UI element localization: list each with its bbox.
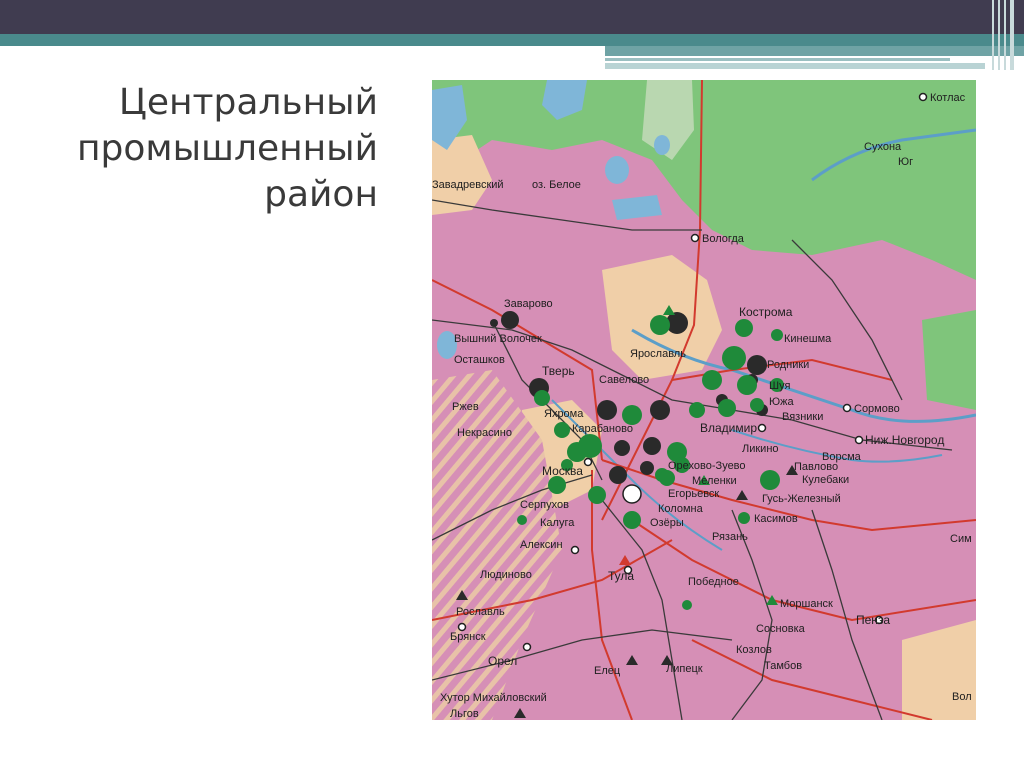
label-ostashkov: Осташков — [454, 354, 505, 366]
label-orekhovo-zuevo: Орехово-Зуево — [668, 460, 746, 472]
label-kozlov: Козлов — [736, 644, 772, 656]
label-kostroma: Кострома — [739, 305, 793, 319]
label-sosnovka: Сосновка — [756, 623, 806, 635]
slide-title: Центральный промышленный район — [60, 80, 378, 218]
label-vladimir: Владимир — [700, 421, 757, 435]
label-tver: Тверь — [542, 364, 575, 378]
teal-stripe-right — [605, 46, 1024, 56]
label-likino: Ликино — [742, 443, 779, 455]
label-kotlas: Котлас — [930, 92, 966, 104]
decorative-vertical-line — [1004, 0, 1006, 70]
label-kineshma: Кинешма — [784, 333, 832, 345]
teal-stripe — [0, 34, 1024, 46]
label-bryansk: Брянск — [450, 631, 486, 643]
label-shuya: Шуя — [769, 380, 790, 392]
label-morshansk: Моршанск — [780, 598, 833, 610]
label-tambov: Тамбов — [764, 660, 802, 672]
label-kaluga: Калуга — [540, 517, 575, 529]
label-rodniki: Родники — [767, 359, 809, 371]
label-vyazniki: Вязники — [782, 411, 823, 423]
label-tula: Тула — [608, 569, 634, 583]
decorative-vertical-line — [998, 0, 1000, 70]
label-lake-beloe: оз. Белое — [532, 179, 581, 191]
label-ryazan: Рязань — [712, 531, 748, 543]
label-gus-zhelezny: Гусь-Железный — [762, 493, 841, 505]
label-egoryevsk: Егорьевск — [668, 488, 719, 500]
label-pobednoe: Победное — [688, 576, 739, 588]
label-zavarovo: Заварово — [504, 298, 553, 310]
forest-area-east — [922, 310, 976, 410]
decorative-vertical-line — [992, 0, 994, 70]
label-kulebaki: Кулебаки — [802, 474, 849, 486]
label-yuzha: Южа — [769, 396, 794, 408]
label-melenki: Меленки — [692, 475, 737, 487]
top-bar — [0, 0, 1024, 34]
slide-title-line-2: промышленный — [77, 128, 378, 169]
decorative-line — [605, 63, 985, 69]
label-moskva: Москва — [542, 464, 583, 478]
label-roslavl: Рославль — [456, 606, 505, 618]
label-karabanovo: Карабаново — [572, 423, 633, 435]
label-nizhny-novgorod: Ниж.Новгород — [865, 433, 944, 447]
label-aleksin: Алексин — [520, 539, 563, 551]
label-river-yug: Юг — [898, 156, 913, 168]
label-yakhroma: Яхрома — [544, 408, 584, 420]
decorative-vertical-line — [1010, 0, 1014, 70]
label-river-sukhona: Сухона — [864, 141, 902, 153]
label-lyudinovo: Людиново — [480, 569, 532, 581]
region-map: Котлас Вологда Кострома Кинешма Родники … — [432, 80, 976, 720]
decorative-line — [605, 58, 950, 61]
lake — [654, 135, 670, 155]
label-pavlovo: Павлово — [794, 461, 838, 473]
label-elets: Елец — [594, 665, 621, 677]
label-vol: Вол — [952, 691, 972, 703]
label-yaroslavl: Ярославль — [630, 348, 686, 360]
label-sormovo: Сормово — [854, 403, 900, 415]
label-lipetsk: Липецк — [666, 663, 703, 675]
label-ozyory: Озёры — [650, 517, 684, 529]
map-canvas: Котлас Вологда Кострома Кинешма Родники … — [432, 80, 976, 720]
label-kasimov: Касимов — [754, 513, 798, 525]
label-savelovo: Савелово — [599, 374, 649, 386]
label-lgov: Льгов — [450, 708, 479, 720]
label-penza: Пенза — [856, 613, 890, 627]
label-rzhev: Ржев — [452, 401, 479, 413]
label-nekrasino: Некрасино — [457, 427, 512, 439]
slide-title-line-3: район — [264, 174, 378, 215]
label-sim: Сим — [950, 533, 972, 545]
label-orel: Орел — [488, 654, 517, 668]
label-vyshny-volochek: Вышний Волочек — [454, 333, 542, 345]
label-khutor-mikhailovsky: Хутор Михайловский — [440, 692, 547, 704]
label-serpukhov: Серпухов — [520, 499, 569, 511]
slide-title-line-1: Центральный — [118, 82, 378, 123]
label-vologda: Вологда — [702, 233, 745, 245]
label-kolomna: Коломна — [658, 503, 704, 515]
label-zavadrevsky: Завадревский — [432, 179, 504, 191]
lake — [605, 156, 629, 184]
